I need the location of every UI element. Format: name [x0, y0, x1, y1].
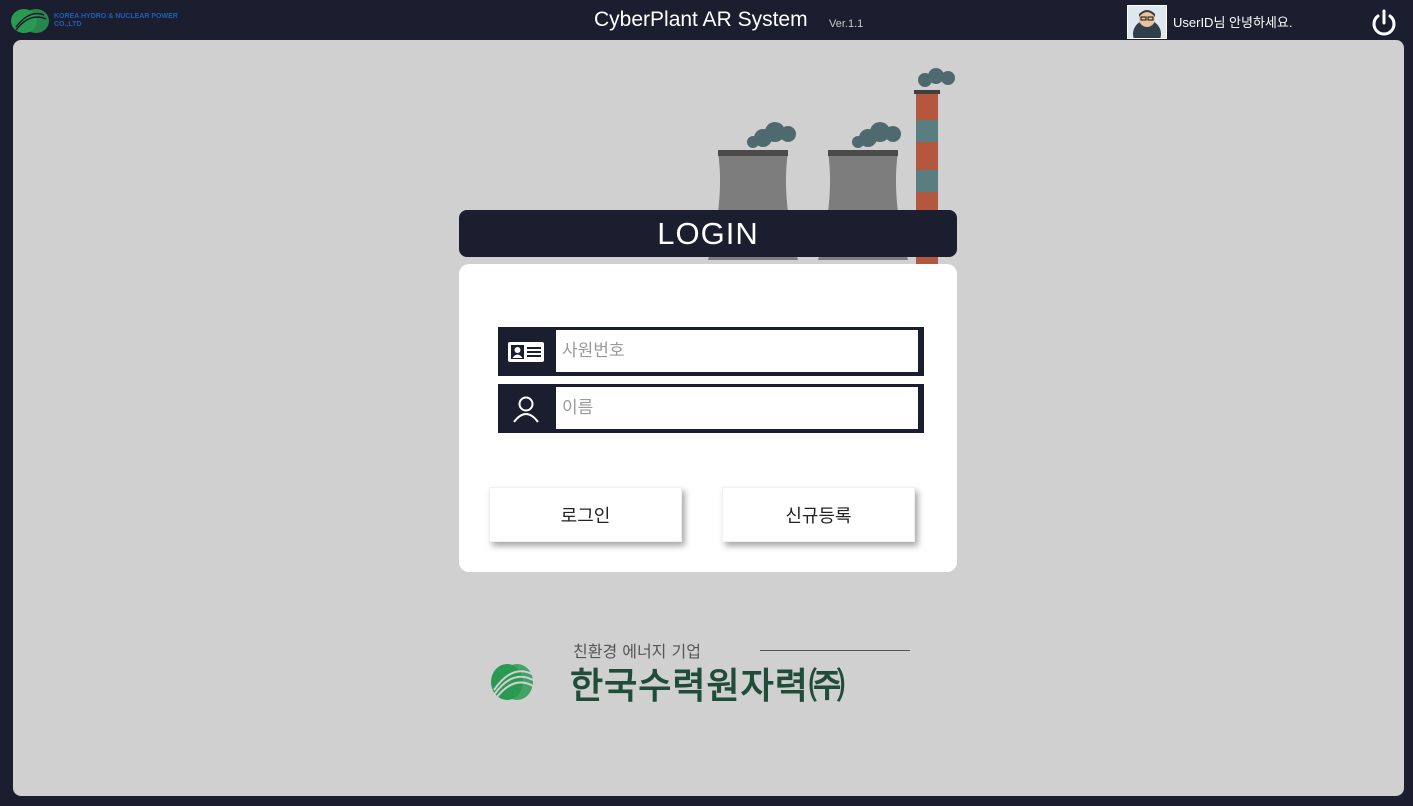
register-button[interactable]: 신규등록	[722, 487, 915, 542]
brand-name: KOREA HYDRO & NUCLEAR POWER CO.,LTD	[54, 13, 178, 28]
user-avatar-icon[interactable]	[1127, 5, 1167, 39]
khnp-logo-icon	[491, 664, 534, 700]
login-card: 로그인 신규등록	[459, 264, 957, 572]
app-title: CyberPlant AR System	[594, 8, 808, 31]
top-bar: KOREA HYDRO & NUCLEAR POWER CO.,LTD Cybe…	[0, 0, 1413, 40]
user-greeting: UserID님 안녕하세요.	[1173, 15, 1293, 30]
login-heading: LOGIN	[459, 210, 957, 257]
app-version: Ver.1.1	[829, 18, 864, 30]
employee-id-field	[498, 327, 924, 376]
slogan-divider	[760, 650, 910, 651]
user-icon	[498, 384, 554, 433]
khnp-logo-icon	[11, 9, 49, 33]
power-icon[interactable]	[1368, 7, 1400, 39]
employee-id-input[interactable]	[556, 330, 918, 372]
login-button[interactable]: 로그인	[489, 487, 682, 542]
id-card-icon	[498, 327, 554, 376]
brand: KOREA HYDRO & NUCLEAR POWER CO.,LTD	[10, 7, 194, 35]
name-field	[498, 384, 924, 433]
name-input[interactable]	[556, 387, 918, 429]
company-name: 한국수력원자력㈜	[570, 666, 846, 707]
